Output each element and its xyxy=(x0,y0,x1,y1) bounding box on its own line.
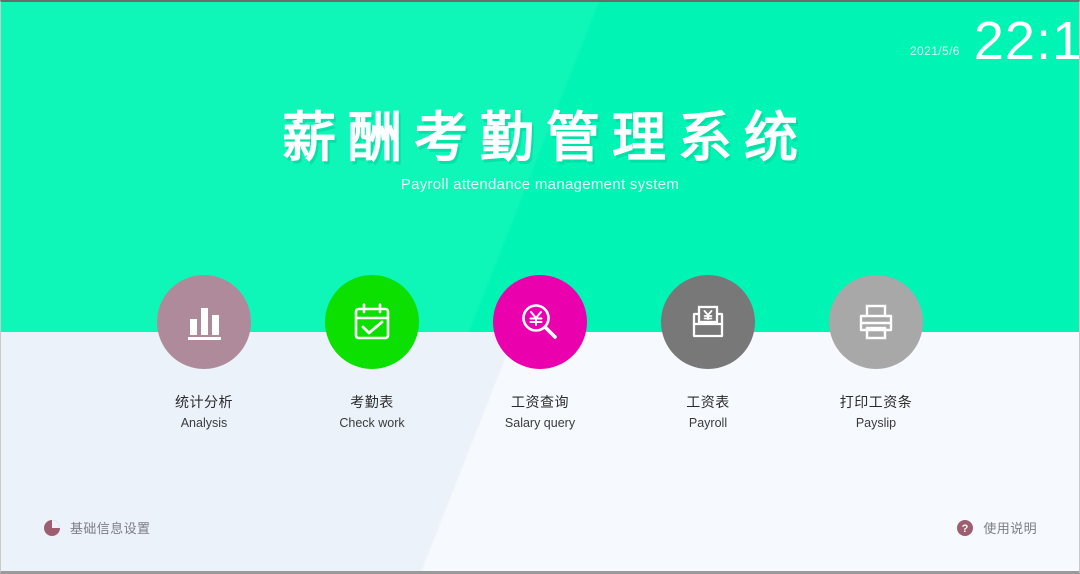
printer-icon xyxy=(851,297,901,347)
question-circle-icon: ? xyxy=(956,519,974,537)
pie-clock-icon xyxy=(43,519,61,537)
menu-item-analysis[interactable]: 统计分析 Analysis xyxy=(157,275,251,430)
menu-item-check-work-label-cn: 考勤表 xyxy=(350,394,394,410)
menu-item-analysis-label-cn: 统计分析 xyxy=(175,394,233,410)
title-block: 薪酬考勤管理系统 Payroll attendance management s… xyxy=(1,106,1079,193)
menu-item-payroll[interactable]: 工资表 Payroll xyxy=(661,275,755,430)
main-menu: 统计分析 Analysis 考勤表 Check work 工资查询 Salary… xyxy=(1,275,1079,430)
menu-item-analysis-label-en: Analysis xyxy=(180,416,228,430)
page-title: 薪酬考勤管理系统 xyxy=(282,108,810,168)
app-window: 2021/5/6 22:1 薪酬考勤管理系统 Payroll attendanc… xyxy=(0,0,1080,574)
menu-item-payslip-circle[interactable] xyxy=(829,275,923,369)
clock-area: 2021/5/6 22:1 xyxy=(910,14,1079,68)
yen-search-icon xyxy=(515,297,565,347)
menu-item-payslip-label-cn: 打印工资条 xyxy=(839,394,913,410)
help-label: 使用说明 xyxy=(983,521,1037,536)
menu-item-payroll-circle[interactable] xyxy=(661,275,755,369)
current-date: 2021/5/6 xyxy=(909,44,960,58)
menu-item-salary-query[interactable]: 工资查询 Salary query xyxy=(493,275,587,430)
current-time: 22:1 xyxy=(973,11,1080,71)
calendar-check-icon xyxy=(347,297,397,347)
page-subtitle: Payroll attendance management system xyxy=(400,176,680,193)
menu-item-salary-query-label-cn: 工资查询 xyxy=(511,394,569,410)
menu-item-payroll-label-cn: 工资表 xyxy=(686,394,730,410)
menu-item-check-work-label-en: Check work xyxy=(339,416,405,430)
menu-item-payroll-label-en: Payroll xyxy=(688,416,728,430)
bar-chart-icon xyxy=(179,297,229,347)
menu-item-analysis-circle[interactable] xyxy=(157,275,251,369)
menu-item-salary-query-label-en: Salary query xyxy=(504,416,576,430)
basic-settings-label: 基础信息设置 xyxy=(70,521,151,536)
menu-item-check-work-circle[interactable] xyxy=(325,275,419,369)
pay-envelope-icon xyxy=(683,297,733,347)
menu-item-payslip-label-en: Payslip xyxy=(855,416,897,430)
basic-settings-link[interactable]: 基础信息设置 xyxy=(43,518,150,537)
help-link[interactable]: ? 使用说明 xyxy=(956,518,1037,537)
svg-text:?: ? xyxy=(962,523,969,535)
menu-item-check-work[interactable]: 考勤表 Check work xyxy=(325,275,419,430)
menu-item-payslip[interactable]: 打印工资条 Payslip xyxy=(829,275,923,430)
menu-item-salary-query-circle[interactable] xyxy=(493,275,587,369)
